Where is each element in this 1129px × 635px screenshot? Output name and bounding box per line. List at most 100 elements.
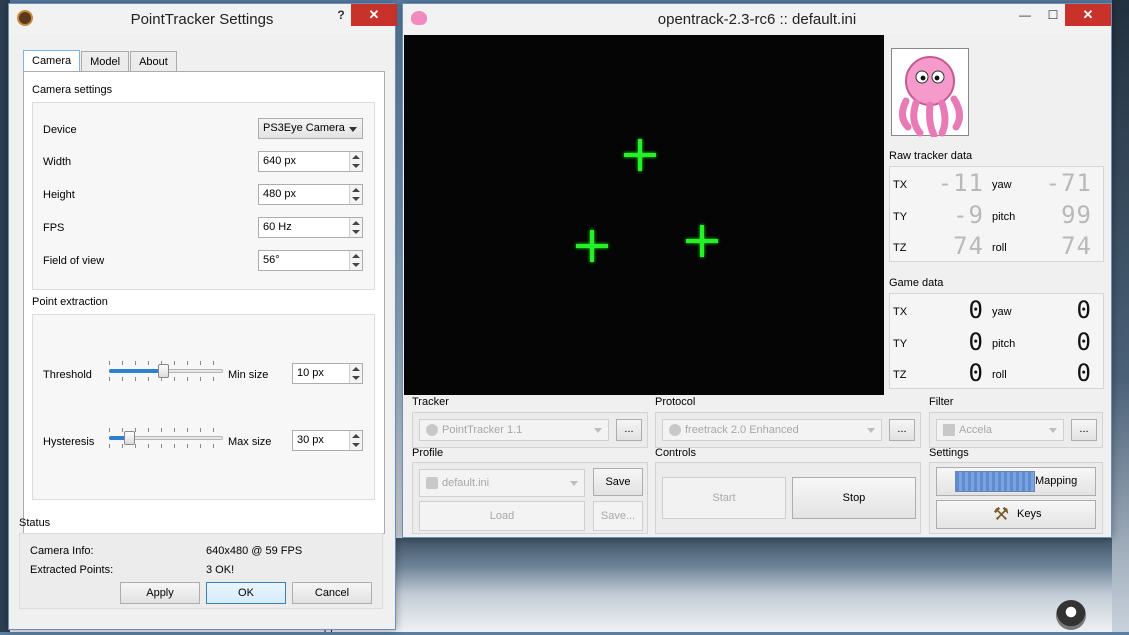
hysteresis-slider[interactable] — [109, 428, 223, 448]
slider-handle[interactable] — [158, 364, 169, 378]
extracted-points-value: 3 OK! — [206, 564, 235, 576]
game-ty-value: 0 — [968, 328, 984, 356]
tab-camera[interactable]: Camera — [23, 50, 81, 72]
mapping-button[interactable]: Mapping — [936, 467, 1096, 496]
protocol-select[interactable]: freetrack 2.0 Enhanced — [662, 419, 882, 441]
raw-tracker-data-title: Raw tracker data — [889, 150, 973, 162]
device-select-value: PS3Eye Camera — [263, 122, 345, 134]
spin-up-icon[interactable] — [352, 367, 360, 371]
raw-roll-value: 74 — [1061, 232, 1092, 260]
game-tz-label: TZ — [893, 369, 907, 381]
tracker-settings-button[interactable]: ... — [616, 419, 642, 441]
save-button[interactable]: Save — [593, 468, 643, 496]
pointtracker-titlebar[interactable]: PointTracker Settings ? ✕ — [9, 4, 397, 34]
tracked-point-marker — [686, 225, 718, 257]
width-spinbox[interactable]: 640 px — [258, 151, 363, 172]
opentrack-window: opentrack-2.3-rc6 :: default.ini — ☐ ✕ R… — [402, 3, 1112, 538]
apply-button[interactable]: Apply — [120, 582, 200, 604]
tracker-icon — [426, 424, 438, 436]
raw-tracker-panel: TX -11 TY -9 TZ 74 yaw -71 pitch 99 roll… — [889, 166, 1104, 262]
spin-up-icon[interactable] — [352, 188, 360, 192]
tracker-select[interactable]: PointTracker 1.1 — [419, 419, 609, 441]
spin-buttons[interactable] — [349, 251, 362, 270]
spin-buttons[interactable] — [349, 218, 362, 237]
opentrack-titlebar[interactable]: opentrack-2.3-rc6 :: default.ini — ☐ ✕ — [403, 4, 1111, 34]
protocol-select-value: freetrack 2.0 Enhanced — [685, 424, 799, 436]
start-button[interactable]: Start — [662, 477, 786, 519]
filter-group: Accela ... — [929, 412, 1103, 448]
spin-down-icon[interactable] — [352, 197, 360, 201]
filter-select[interactable]: Accela — [936, 419, 1064, 441]
slider-handle[interactable] — [124, 431, 135, 445]
height-spinbox[interactable]: 480 px — [258, 184, 363, 205]
protocol-settings-button[interactable]: ... — [889, 419, 915, 441]
raw-tx-label: TX — [893, 179, 908, 191]
height-value: 480 px — [263, 188, 297, 200]
game-yaw-label: yaw — [992, 306, 1012, 318]
spin-buttons[interactable] — [349, 152, 362, 171]
ok-button[interactable]: OK — [206, 582, 286, 604]
camera-settings-group: Device PS3Eye Camera Width 640 px Height… — [32, 102, 375, 290]
raw-tz-label: TZ — [893, 242, 907, 254]
max-size-label: Max size — [228, 436, 272, 448]
protocol-group: freetrack 2.0 Enhanced ... — [655, 412, 921, 448]
stop-button[interactable]: Stop — [792, 477, 916, 519]
raw-yaw-label: yaw — [992, 179, 1012, 191]
slider-fill — [109, 369, 163, 373]
filter-settings-button[interactable]: ... — [1071, 419, 1097, 441]
tracker-group: PointTracker 1.1 ... — [412, 412, 648, 448]
close-button[interactable]: ✕ — [1065, 4, 1111, 26]
spin-buttons[interactable] — [349, 431, 362, 450]
max-size-value: 30 px — [297, 434, 324, 446]
extracted-points-label: Extracted Points: — [30, 564, 114, 576]
maximize-button[interactable]: ☐ — [1039, 4, 1067, 26]
fov-value: 56° — [263, 254, 280, 266]
spin-buttons[interactable] — [349, 364, 362, 383]
device-label: Device — [43, 124, 77, 136]
spin-up-icon[interactable] — [352, 221, 360, 225]
spin-up-icon[interactable] — [352, 254, 360, 258]
tab-model[interactable]: Model — [81, 51, 130, 72]
save-as-button[interactable]: Save... — [593, 501, 643, 531]
desktop-shortcut-icon[interactable] — [1056, 600, 1086, 630]
close-button[interactable]: ✕ — [351, 4, 397, 26]
min-size-spinbox[interactable]: 10 px — [292, 363, 363, 384]
camera-info-label: Camera Info: — [30, 545, 94, 557]
cancel-button[interactable]: Cancel — [292, 582, 372, 604]
spin-buttons[interactable] — [349, 185, 362, 204]
spin-down-icon[interactable] — [352, 263, 360, 267]
spin-down-icon[interactable] — [352, 164, 360, 168]
profile-title: Profile — [412, 447, 444, 459]
camera-preview — [404, 35, 884, 395]
tracked-point-marker — [576, 230, 608, 262]
point-extraction-group: Threshold Min size 10 px Hysteresis Max … — [32, 314, 375, 500]
fov-spinbox[interactable]: 56° — [258, 250, 363, 271]
tracker-select-value: PointTracker 1.1 — [442, 424, 523, 436]
chevron-down-icon — [1049, 428, 1057, 433]
pointtracker-settings-window: PointTracker Settings ? ✕ Camera Model A… — [8, 3, 397, 630]
tab-about[interactable]: About — [130, 51, 177, 72]
protocol-icon — [669, 424, 681, 436]
spin-up-icon[interactable] — [352, 434, 360, 438]
threshold-slider[interactable] — [109, 361, 223, 381]
tab-bar: Camera Model About — [23, 50, 178, 72]
max-size-spinbox[interactable]: 30 px — [292, 430, 363, 451]
minimize-button[interactable]: — — [1011, 4, 1039, 26]
profile-select-value: default.ini — [442, 477, 490, 489]
width-value: 640 px — [263, 155, 297, 167]
spin-up-icon[interactable] — [352, 155, 360, 159]
keys-button[interactable]: ⚒ Keys — [936, 500, 1096, 529]
protocol-title: Protocol — [655, 396, 696, 408]
slider-ticks — [109, 444, 223, 448]
profile-select[interactable]: default.ini — [419, 469, 585, 497]
load-button[interactable]: Load — [419, 501, 585, 531]
spin-down-icon[interactable] — [352, 443, 360, 447]
game-tx-label: TX — [893, 306, 908, 318]
filter-select-value: Accela — [959, 424, 993, 436]
fps-spinbox[interactable]: 60 Hz — [258, 217, 363, 238]
pointtracker-client: Camera Model About Camera settings Devic… — [17, 34, 387, 621]
spin-down-icon[interactable] — [352, 376, 360, 380]
device-select[interactable]: PS3Eye Camera — [258, 118, 363, 139]
spin-down-icon[interactable] — [352, 230, 360, 234]
octopus-logo-icon — [899, 56, 963, 139]
